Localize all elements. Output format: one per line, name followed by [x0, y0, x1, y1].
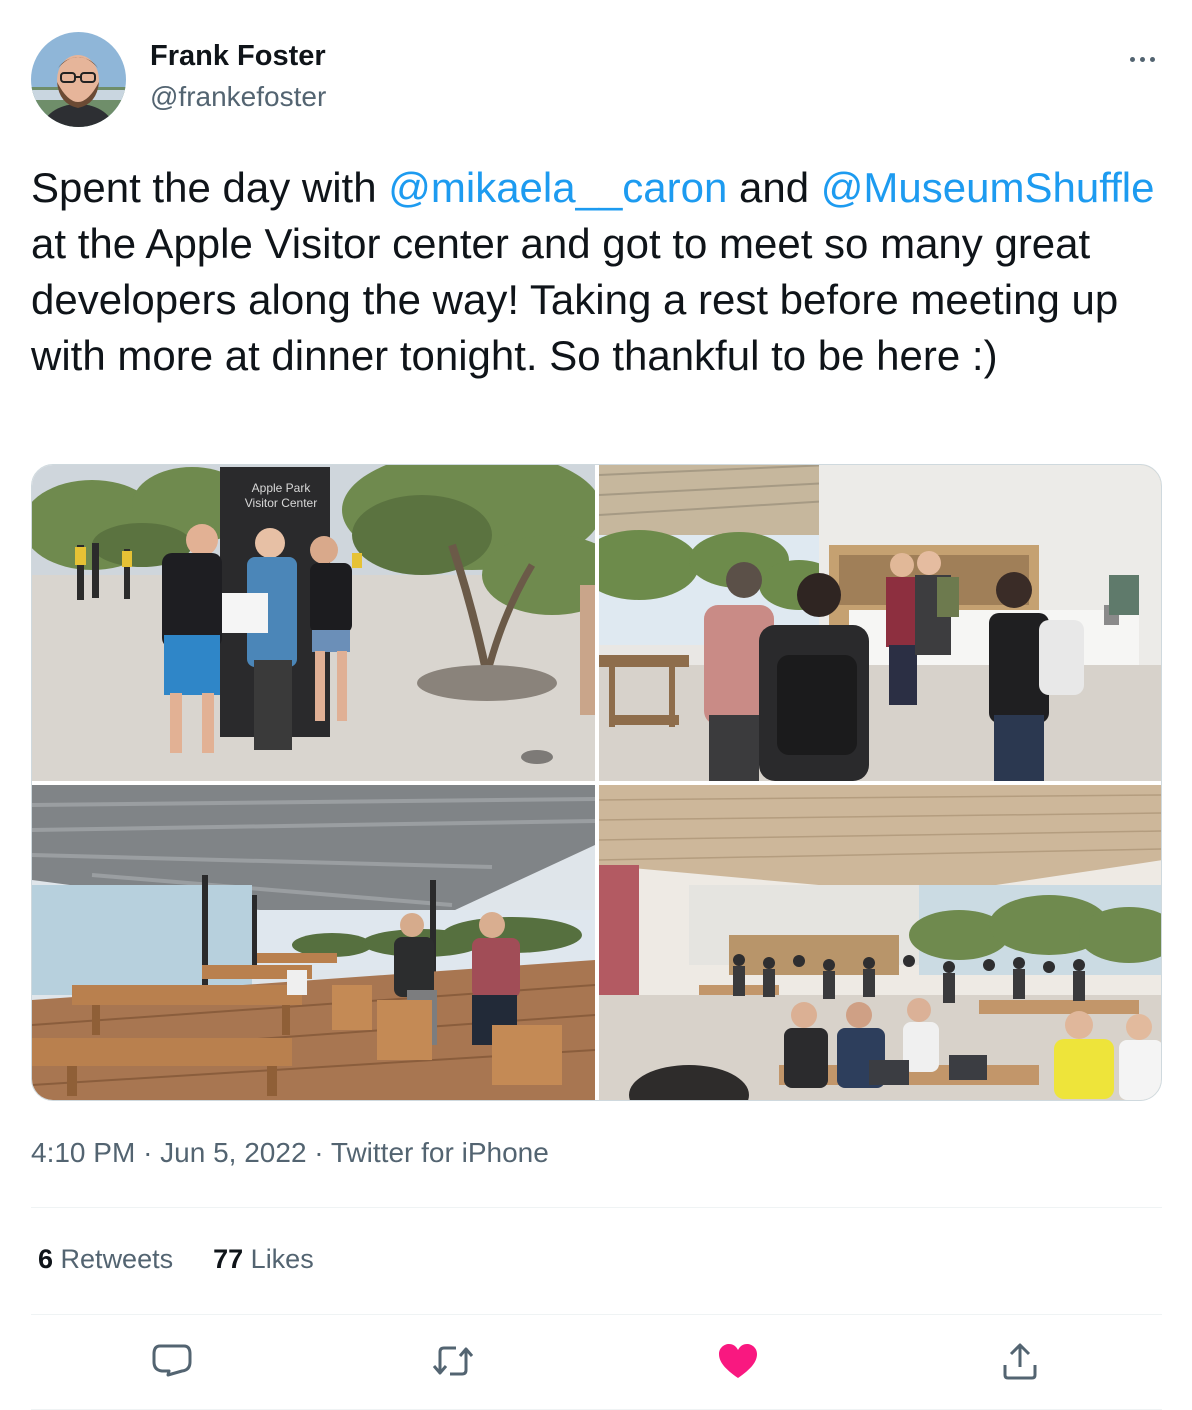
share-icon[interactable]	[995, 1336, 1045, 1386]
tweet-stats: 6 Retweets 77 Likes	[38, 1244, 314, 1275]
meta-separator: ·	[314, 1137, 324, 1168]
action-bar	[31, 1336, 1162, 1386]
tweet-meta: 4:10 PM · Jun 5, 2022 · Twitter for iPho…	[31, 1137, 549, 1169]
retweet-icon[interactable]	[428, 1336, 478, 1386]
tweet-date[interactable]: Jun 5, 2022	[160, 1137, 306, 1168]
tweet-text-part: at the Apple Visitor center and got to m…	[31, 220, 1119, 379]
author-handle[interactable]: @frankefoster	[150, 81, 326, 113]
photo-visitor-center-sign[interactable]: Apple Park Visitor Center	[32, 465, 595, 781]
mention-link[interactable]: @MuseumShuffle	[821, 164, 1155, 211]
media-grid: Apple Park Visitor Center	[31, 464, 1162, 1101]
tweet-text-part: and	[727, 164, 821, 211]
likes-count: 77	[213, 1244, 244, 1274]
retweets-stat[interactable]: 6 Retweets	[38, 1244, 173, 1275]
avatar[interactable]	[31, 32, 126, 127]
tweet-source[interactable]: Twitter for iPhone	[331, 1137, 549, 1168]
tweet-text-part: Spent the day with	[31, 164, 389, 211]
photo-terrace-tables[interactable]	[32, 785, 595, 1100]
author-display-name[interactable]: Frank Foster	[150, 40, 326, 73]
divider	[31, 1207, 1162, 1208]
tweet-text: Spent the day with @mikaela__caron and @…	[31, 160, 1166, 384]
tweet-time[interactable]: 4:10 PM	[31, 1137, 135, 1168]
likes-stat[interactable]: 77 Likes	[213, 1244, 314, 1275]
reply-icon[interactable]	[147, 1336, 197, 1386]
sign-line-2: Visitor Center	[245, 496, 317, 510]
photo-store-interior[interactable]	[599, 785, 1161, 1100]
photo-cafe-counter[interactable]	[599, 465, 1161, 781]
divider	[31, 1314, 1162, 1315]
retweets-count: 6	[38, 1244, 54, 1274]
like-icon[interactable]	[713, 1336, 763, 1386]
meta-separator: ·	[143, 1137, 153, 1168]
more-icon[interactable]	[1122, 44, 1162, 74]
retweets-label: Retweets	[60, 1244, 174, 1274]
sign-line-1: Apple Park	[252, 481, 312, 495]
mention-link[interactable]: @mikaela__caron	[388, 164, 727, 211]
likes-label: Likes	[250, 1244, 314, 1274]
